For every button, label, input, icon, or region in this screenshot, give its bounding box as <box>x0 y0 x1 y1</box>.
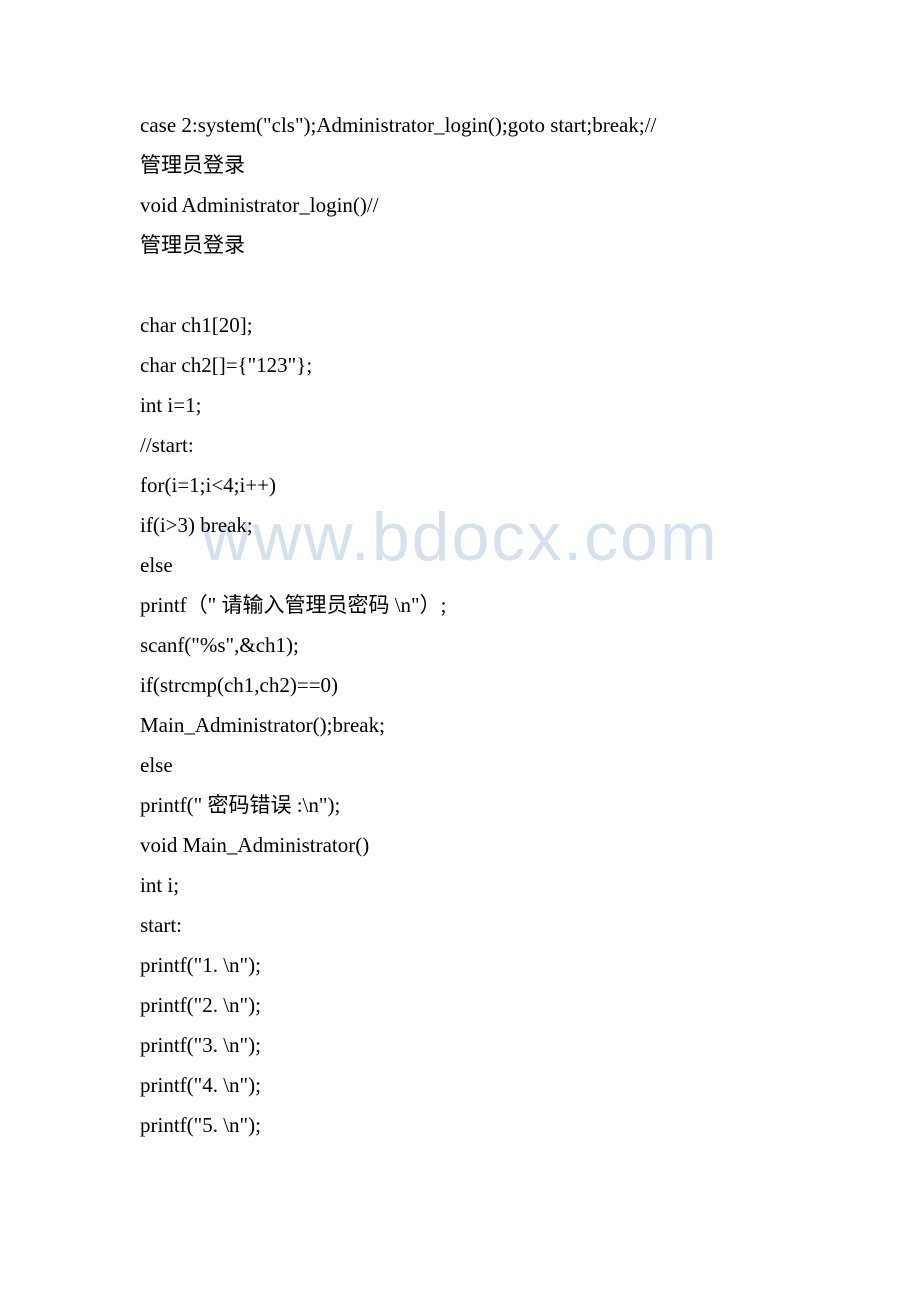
code-line: printf("4. \n"); <box>140 1065 780 1105</box>
code-line: char ch1[20]; <box>140 305 780 345</box>
code-line: 管理员登录 <box>140 225 780 265</box>
code-line: case 2:system("cls");Administrator_login… <box>140 105 780 145</box>
code-line: else <box>140 545 780 585</box>
code-line: scanf("%s",&ch1); <box>140 625 780 665</box>
code-line: printf("5. \n"); <box>140 1105 780 1145</box>
code-line: if(strcmp(ch1,ch2)==0) <box>140 665 780 705</box>
code-line: int i=1; <box>140 385 780 425</box>
blank-line <box>140 265 780 305</box>
code-line: Main_Administrator();break; <box>140 705 780 745</box>
code-line: else <box>140 745 780 785</box>
code-line: printf("1. \n"); <box>140 945 780 985</box>
code-line: for(i=1;i<4;i++) <box>140 465 780 505</box>
code-line: printf("2. \n"); <box>140 985 780 1025</box>
code-line: 管理员登录 <box>140 145 780 185</box>
code-line: int i; <box>140 865 780 905</box>
code-line: //start: <box>140 425 780 465</box>
code-line: start: <box>140 905 780 945</box>
code-line: printf(" 密码错误 :\n"); <box>140 785 780 825</box>
code-line: void Administrator_login()// <box>140 185 780 225</box>
code-line: printf("3. \n"); <box>140 1025 780 1065</box>
code-line: printf（" 请输入管理员密码 \n"）; <box>140 585 780 625</box>
code-line: void Main_Administrator() <box>140 825 780 865</box>
code-line: if(i>3) break; <box>140 505 780 545</box>
code-line: char ch2[]={"123"}; <box>140 345 780 385</box>
document-body: case 2:system("cls");Administrator_login… <box>0 0 920 1145</box>
